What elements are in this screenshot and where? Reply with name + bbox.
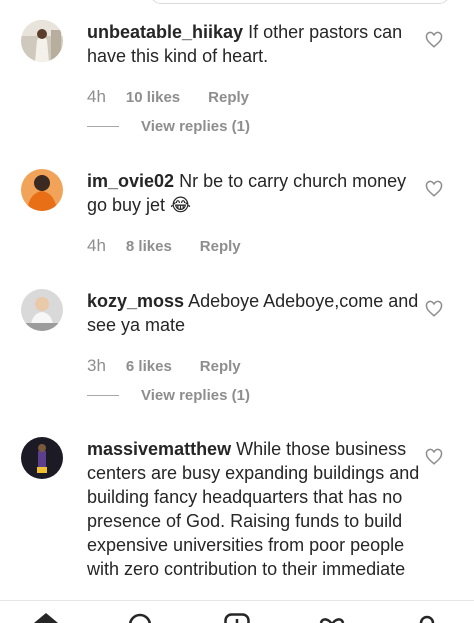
activity-heart-icon[interactable]: [318, 613, 346, 623]
divider-line: [87, 395, 119, 396]
comment-username[interactable]: unbeatable_hiikay: [87, 22, 243, 42]
avatar[interactable]: [21, 20, 63, 62]
heart-outline-icon[interactable]: [425, 31, 443, 49]
comment-body: While those business centers are busy ex…: [87, 439, 420, 579]
profile-icon[interactable]: [415, 613, 439, 623]
comment-username[interactable]: massivematthew: [87, 439, 231, 459]
view-replies-button[interactable]: View replies (1): [87, 387, 250, 404]
heart-outline-icon[interactable]: [425, 300, 443, 318]
view-replies-label: View replies (1): [141, 118, 250, 135]
comment-likes[interactable]: 10 likes: [126, 89, 180, 106]
comment-username[interactable]: im_ovie02: [87, 171, 174, 191]
add-post-icon[interactable]: [224, 613, 250, 623]
reply-button[interactable]: Reply: [200, 358, 241, 375]
avatar[interactable]: [21, 437, 63, 479]
reply-button[interactable]: Reply: [200, 238, 241, 255]
avatar[interactable]: [21, 169, 63, 211]
search-bar-edge: [150, 0, 450, 4]
comment-text: kozy_moss Adeboye Adeboye,come and see y…: [87, 289, 422, 337]
comment-text: massivematthew While those business cent…: [87, 437, 422, 581]
search-icon[interactable]: [128, 613, 152, 623]
avatar[interactable]: [21, 289, 63, 331]
comment-likes[interactable]: 8 likes: [126, 238, 172, 255]
heart-outline-icon[interactable]: [425, 180, 443, 198]
comment-meta: 4h 10 likes Reply: [87, 87, 249, 107]
comment-username[interactable]: kozy_moss: [87, 291, 184, 311]
comment-time: 3h: [87, 356, 106, 375]
bottom-nav: [0, 600, 474, 623]
comment-meta: 3h 6 likes Reply: [87, 356, 241, 376]
view-replies-label: View replies (1): [141, 387, 250, 404]
comment-text: im_ovie02 Nr be to carry church money go…: [87, 169, 422, 217]
home-icon[interactable]: [34, 613, 58, 623]
comment-likes[interactable]: 6 likes: [126, 358, 172, 375]
heart-outline-icon[interactable]: [425, 448, 443, 466]
divider-line: [87, 126, 119, 127]
reply-button[interactable]: Reply: [208, 89, 249, 106]
comment-text: unbeatable_hiikay If other pastors can h…: [87, 20, 422, 68]
comment-time: 4h: [87, 87, 106, 106]
comment-meta: 4h 8 likes Reply: [87, 236, 241, 256]
view-replies-button[interactable]: View replies (1): [87, 118, 250, 135]
comment-time: 4h: [87, 236, 106, 255]
